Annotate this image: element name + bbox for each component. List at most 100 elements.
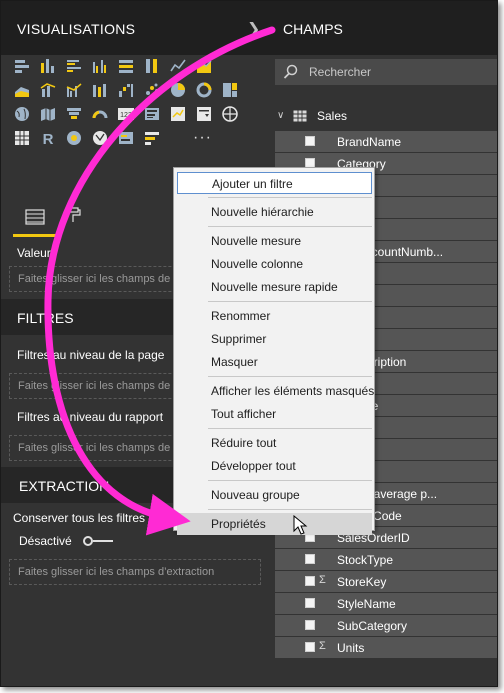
waterfall-chart-icon[interactable]: [117, 81, 135, 99]
area-chart-icon[interactable]: [195, 57, 213, 75]
sigma-icon: Σ: [319, 640, 326, 652]
matrix-icon[interactable]: [13, 129, 31, 147]
field-row[interactable]: StyleName: [275, 593, 497, 614]
toggle-knob: [83, 536, 93, 546]
menu-separator: [208, 480, 372, 481]
power-bi-panels: VISUALISATIONS ❯ 123 R ··· Valeurs Faite…: [0, 0, 498, 687]
scrollbar[interactable]: [497, 1, 498, 687]
field-checkbox[interactable]: [305, 136, 315, 146]
card-icon[interactable]: 123: [117, 105, 135, 123]
menu-item-delete[interactable]: Supprimer: [177, 328, 372, 350]
menu-item-rename[interactable]: Renommer: [177, 305, 372, 327]
search-icon: [283, 64, 298, 79]
table-visual-icon[interactable]: [221, 105, 239, 123]
line-chart-icon[interactable]: [169, 57, 187, 75]
svg-text:123: 123: [120, 112, 132, 119]
menu-item-hide[interactable]: Masquer: [177, 351, 372, 373]
arcgis-map-icon[interactable]: [91, 129, 109, 147]
paint-roller-icon: [67, 207, 81, 222]
svg-text:R: R: [43, 131, 54, 147]
field-row[interactable]: SubCategory: [275, 615, 497, 636]
decomposition-tree-icon[interactable]: [143, 129, 161, 147]
menu-separator: [208, 428, 372, 429]
100-stacked-bar-icon[interactable]: [117, 57, 135, 75]
fields-header: CHAMPS: [269, 1, 497, 55]
collapse-chevron-icon[interactable]: ∨: [277, 110, 284, 121]
sigma-icon: Σ: [319, 574, 326, 586]
menu-separator: [208, 226, 372, 227]
scatter-chart-icon[interactable]: [143, 81, 161, 99]
donut-chart-icon[interactable]: [195, 81, 213, 99]
table-name: Sales: [317, 109, 348, 123]
menu-item-new-quick-measure[interactable]: Nouvelle mesure rapide: [177, 276, 372, 298]
menu-separator: [208, 301, 372, 302]
menu-separator: [208, 376, 372, 377]
menu-item-new-hierarchy[interactable]: Nouvelle hiérarchie: [177, 201, 372, 223]
menu-item-new-measure[interactable]: Nouvelle mesure: [177, 230, 372, 252]
map-icon[interactable]: [13, 105, 31, 123]
ribbon-chart-icon[interactable]: [91, 81, 109, 99]
menu-item-new-group[interactable]: Nouveau groupe: [177, 484, 372, 506]
search-placeholder: Rechercher: [309, 65, 372, 79]
page-filters-label: Filtres au niveau de la page: [17, 348, 165, 362]
r-script-visual-icon[interactable]: R: [39, 129, 57, 147]
table-icon: [293, 110, 307, 122]
tab-fields[interactable]: [13, 201, 57, 237]
menu-separator: [208, 509, 372, 510]
funnel-icon[interactable]: [65, 105, 83, 123]
line-and-column-chart-icon[interactable]: [39, 81, 57, 99]
field-name: Units: [337, 641, 365, 655]
slicer-icon[interactable]: [195, 105, 213, 123]
field-checkbox[interactable]: [305, 554, 315, 564]
visualizations-header: VISUALISATIONS ❯: [1, 1, 269, 55]
globe-visual-icon[interactable]: [65, 129, 83, 147]
menu-item-properties[interactable]: Propriétés: [177, 513, 372, 535]
tab-format[interactable]: [67, 207, 81, 228]
treemap-icon[interactable]: [221, 81, 239, 99]
clustered-bar-chart-icon[interactable]: [65, 57, 83, 75]
keep-all-filters-toggle[interactable]: [83, 536, 113, 546]
field-row[interactable]: Σ Units: [275, 637, 497, 658]
100-stacked-column-icon[interactable]: [143, 57, 161, 75]
menu-item-collapse-all[interactable]: Réduire tout: [177, 432, 372, 454]
field-checkbox[interactable]: [305, 620, 315, 630]
field-row[interactable]: BrandName: [275, 131, 497, 152]
fields-title: CHAMPS: [283, 21, 343, 37]
stacked-area-chart-icon[interactable]: [13, 81, 31, 99]
stacked-column-chart-icon[interactable]: [39, 57, 57, 75]
field-checkbox[interactable]: [305, 598, 315, 608]
key-influencers-icon[interactable]: [117, 129, 135, 147]
field-name: StyleName: [337, 597, 396, 611]
fields-tab-icon: [25, 209, 45, 225]
collapse-chevron-icon[interactable]: ❯: [247, 19, 260, 39]
table-sales[interactable]: ∨ Sales: [269, 105, 497, 127]
field-checkbox[interactable]: [305, 576, 315, 586]
field-name: SubCategory: [337, 619, 408, 633]
extraction-drop-zone[interactable]: Faites glisser ici les champs d’extracti…: [9, 559, 261, 585]
stacked-bar-chart-icon[interactable]: [13, 57, 31, 75]
field-checkbox[interactable]: [305, 642, 315, 652]
menu-item-show-hidden[interactable]: Afficher les éléments masqués: [177, 380, 374, 402]
menu-item-show-all[interactable]: Tout afficher: [177, 403, 372, 425]
extraction-title: EXTRACTION: [19, 478, 110, 494]
field-row[interactable]: StockType: [275, 549, 497, 570]
menu-item-add-filter[interactable]: Ajouter un filtre: [177, 172, 372, 194]
report-filters-label: Filtres au niveau du rapport: [17, 410, 164, 424]
line-and-clustered-column-icon[interactable]: [65, 81, 83, 99]
kpi-icon[interactable]: [169, 105, 187, 123]
field-name: StockType: [337, 553, 394, 567]
multi-row-card-icon[interactable]: [143, 105, 161, 123]
field-row[interactable]: Σ StoreKey: [275, 571, 497, 592]
field-name: StoreKey: [337, 575, 387, 589]
clustered-column-chart-icon[interactable]: [91, 57, 109, 75]
gauge-icon[interactable]: [91, 105, 109, 123]
filled-map-icon[interactable]: [39, 105, 57, 123]
context-menu: Ajouter un filtre Nouvelle hiérarchie Nouv…: [173, 167, 375, 535]
field-name: BrandName: [337, 135, 402, 149]
menu-item-expand-all[interactable]: Développer tout: [177, 455, 372, 477]
visualizations-title: VISUALISATIONS: [17, 21, 136, 37]
pie-chart-icon[interactable]: [169, 81, 187, 99]
menu-item-new-column[interactable]: Nouvelle colonne: [177, 253, 372, 275]
more-visuals-button[interactable]: ···: [193, 129, 212, 147]
fields-search-input[interactable]: Rechercher: [275, 59, 497, 85]
